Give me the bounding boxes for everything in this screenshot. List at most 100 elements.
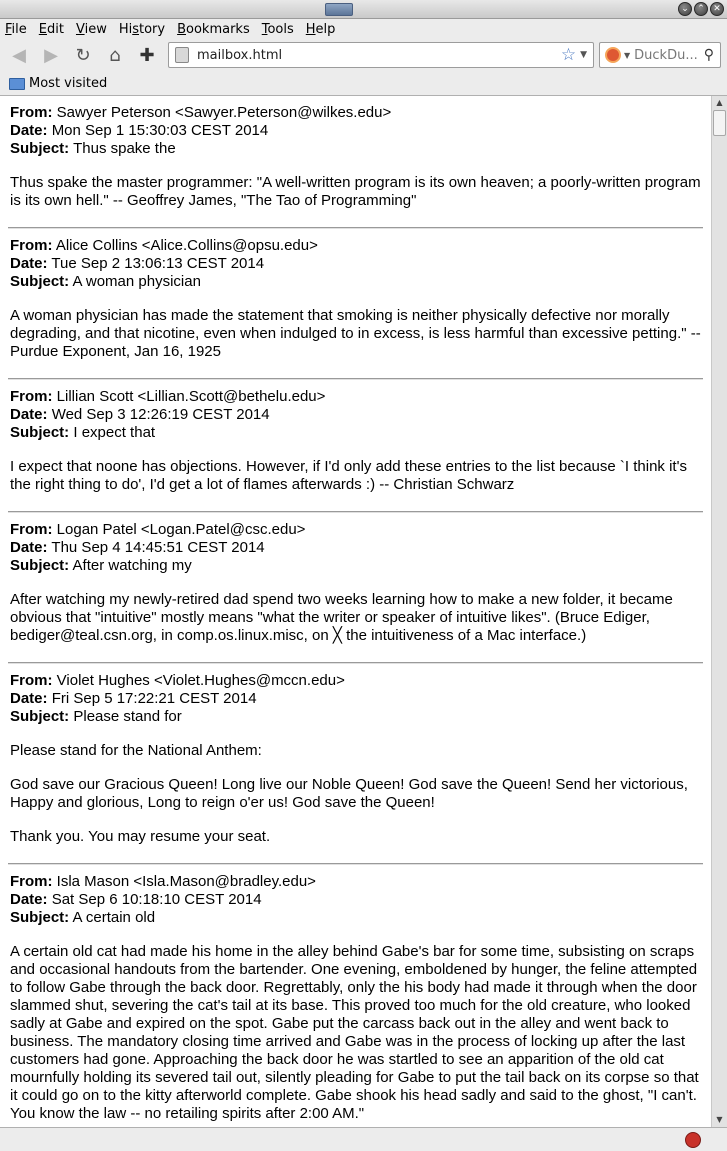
search-engine-dropdown-icon[interactable]: ▼: [624, 51, 630, 60]
email-subject-value: A woman physician: [72, 273, 201, 290]
email-message: From: Violet Hughes <Violet.Hughes@mccn.…: [0, 664, 711, 846]
menu-bookmarks[interactable]: Bookmarks: [177, 22, 250, 37]
close-icon[interactable]: ✕: [710, 2, 724, 16]
vertical-scrollbar[interactable]: ▲ ▼: [711, 96, 727, 1127]
email-message: From: Logan Patel <Logan.Patel@csc.edu> D…: [0, 513, 711, 645]
window-controls: ⌄ ⌃ ✕: [678, 2, 724, 16]
url-text[interactable]: mailbox.html: [197, 48, 561, 63]
email-subject-label: Subject:: [10, 557, 70, 574]
url-bar[interactable]: mailbox.html ☆ ▼: [168, 42, 594, 68]
home-icon[interactable]: ⌂: [102, 43, 128, 69]
email-date-value: Sat Sep 6 10:18:10 CEST 2014: [51, 891, 262, 908]
search-icon[interactable]: ⚲: [704, 47, 714, 63]
page-content: From: Sawyer Peterson <Sawyer.Peterson@w…: [0, 96, 711, 1127]
duckduckgo-icon[interactable]: [605, 47, 621, 63]
url-dropdown-icon[interactable]: ▼: [580, 50, 587, 60]
search-input[interactable]: DuckDu...: [634, 48, 704, 63]
email-body-paragraph: I expect that noone has objections. Howe…: [10, 458, 687, 493]
email-from-label: From:: [10, 388, 53, 405]
email-headers: From: Isla Mason <Isla.Mason@bradley.edu…: [10, 865, 701, 927]
window-titlebar[interactable]: ⌄ ⌃ ✕: [0, 0, 727, 19]
email-date-label: Date:: [10, 891, 48, 908]
navigation-toolbar: ◀ ▶ ↻ ⌂ ✚ mailbox.html ☆ ▼ ▼ DuckDu... ⚲: [0, 39, 727, 72]
menu-accelerator: E: [38, 21, 47, 37]
menu-accelerator: V: [75, 21, 85, 37]
email-date-value: Mon Sep 1 15:30:03 CEST 2014: [51, 122, 269, 139]
email-body-paragraph: A woman physician has made the statement…: [10, 307, 701, 360]
email-from-line: From: Violet Hughes <Violet.Hughes@mccn.…: [10, 672, 701, 690]
email-from-value: Alice Collins <Alice.Collins@opsu.edu>: [55, 237, 318, 254]
email-headers: From: Alice Collins <Alice.Collins@opsu.…: [10, 229, 701, 291]
email-from-value: Logan Patel <Logan.Patel@csc.edu>: [56, 521, 306, 538]
minimize-icon[interactable]: ⌄: [678, 2, 692, 16]
bookmarks-toolbar: Most visited: [0, 72, 727, 96]
email-message: From: Isla Mason <Isla.Mason@bradley.edu…: [0, 865, 711, 1123]
menu-history[interactable]: History: [119, 22, 165, 37]
folder-icon: [9, 77, 25, 90]
search-bar[interactable]: ▼ DuckDu... ⚲: [599, 42, 721, 68]
menu-accelerator: T: [261, 21, 268, 37]
email-subject-value: I expect that: [73, 424, 156, 441]
email-from-label: From:: [10, 104, 53, 121]
email-date-label: Date:: [10, 255, 48, 272]
new-tab-plus-icon[interactable]: ✚: [134, 43, 160, 69]
email-subject-label: Subject:: [10, 424, 70, 441]
email-subject-value: A certain old: [72, 909, 156, 926]
scroll-up-arrow-icon[interactable]: ▲: [712, 96, 727, 110]
email-from-line: From: Logan Patel <Logan.Patel@csc.edu>: [10, 521, 701, 539]
email-body-paragraph: A certain old cat had made his home in t…: [10, 943, 699, 1122]
email-headers: From: Logan Patel <Logan.Patel@csc.edu> D…: [10, 513, 701, 575]
email-from-label: From:: [10, 672, 53, 689]
email-from-label: From:: [10, 873, 53, 890]
email-subject-value: Please stand for: [73, 708, 182, 725]
scrollbar-thumb[interactable]: [713, 110, 726, 136]
email-subject-line: Subject: Please stand for: [10, 708, 701, 726]
menu-accelerator: B: [177, 21, 187, 37]
email-subject-line: Subject: A woman physician: [10, 273, 701, 291]
menu-accelerator: s: [132, 21, 139, 37]
addon-status-icon[interactable]: [685, 1132, 701, 1148]
email-body-paragraph: After watching my newly-retired dad spen…: [10, 591, 673, 644]
email-from-value: Lillian Scott <Lillian.Scott@bethelu.edu…: [56, 388, 326, 405]
email-date-label: Date:: [10, 406, 48, 423]
email-headers: From: Lillian Scott <Lillian.Scott@bethe…: [10, 380, 701, 442]
reload-icon[interactable]: ↻: [70, 43, 96, 69]
email-from-line: From: Lillian Scott <Lillian.Scott@bethe…: [10, 388, 701, 406]
menu-edit[interactable]: Edit: [39, 22, 64, 37]
menu-file[interactable]: File: [5, 22, 27, 37]
email-from-line: From: Alice Collins <Alice.Collins@opsu.…: [10, 237, 701, 255]
maximize-icon[interactable]: ⌃: [694, 2, 708, 16]
email-headers: From: Violet Hughes <Violet.Hughes@mccn.…: [10, 664, 701, 726]
email-date-line: Date: Mon Sep 1 15:30:03 CEST 2014: [10, 122, 701, 140]
menubar: File Edit View History Bookmarks Tools Help: [0, 19, 727, 39]
email-from-line: From: Sawyer Peterson <Sawyer.Peterson@w…: [10, 104, 701, 122]
email-from-label: From:: [10, 521, 53, 538]
back-arrow-icon[interactable]: ◀: [6, 43, 32, 69]
menu-accelerator: H: [305, 21, 316, 37]
menu-view[interactable]: View: [76, 22, 107, 37]
status-bar: [0, 1127, 727, 1151]
email-date-line: Date: Wed Sep 3 12:26:19 CEST 2014: [10, 406, 701, 424]
email-date-line: Date: Fri Sep 5 17:22:21 CEST 2014: [10, 690, 701, 708]
bookmark-star-icon[interactable]: ☆: [561, 45, 576, 65]
email-subject-line: Subject: I expect that: [10, 424, 701, 442]
email-headers: From: Sawyer Peterson <Sawyer.Peterson@w…: [10, 96, 701, 158]
email-message: From: Sawyer Peterson <Sawyer.Peterson@w…: [0, 96, 711, 210]
email-date-value: Wed Sep 3 12:26:19 CEST 2014: [51, 406, 270, 423]
menu-tools[interactable]: Tools: [262, 22, 294, 37]
email-message: From: Alice Collins <Alice.Collins@opsu.…: [0, 229, 711, 361]
scroll-down-arrow-icon[interactable]: ▼: [712, 1113, 727, 1127]
email-subject-label: Subject:: [10, 909, 70, 926]
email-subject-value: After watching my: [72, 557, 192, 574]
email-date-value: Thu Sep 4 14:45:51 CEST 2014: [51, 539, 265, 556]
bookmark-most-visited[interactable]: Most visited: [29, 76, 107, 91]
page-favicon-icon: [175, 47, 189, 63]
email-subject-label: Subject:: [10, 708, 70, 725]
email-from-value: Isla Mason <Isla.Mason@bradley.edu>: [56, 873, 316, 890]
forward-arrow-icon[interactable]: ▶: [38, 43, 64, 69]
email-date-line: Date: Thu Sep 4 14:45:51 CEST 2014: [10, 539, 701, 557]
menu-help[interactable]: Help: [306, 22, 336, 37]
email-from-value: Sawyer Peterson <Sawyer.Peterson@wilkes.…: [56, 104, 392, 121]
email-date-value: Tue Sep 2 13:06:13 CEST 2014: [51, 255, 265, 272]
email-from-value: Violet Hughes <Violet.Hughes@mccn.edu>: [56, 672, 345, 689]
